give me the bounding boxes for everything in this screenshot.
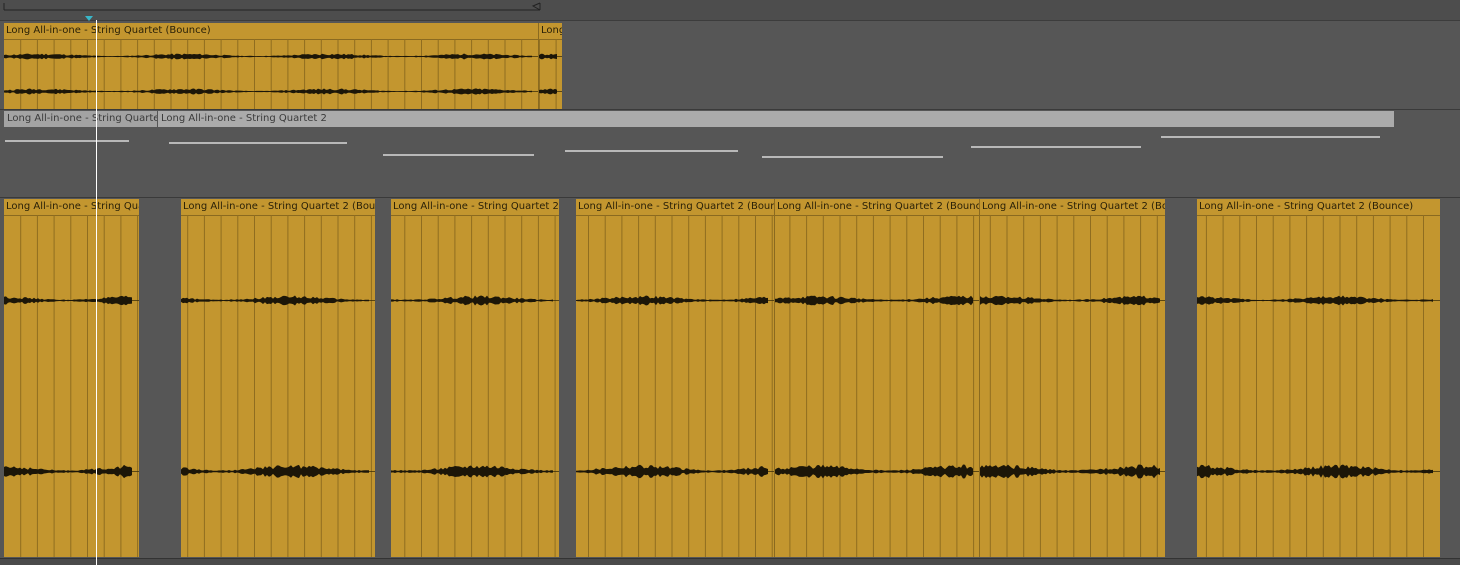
waveform [576, 215, 774, 557]
audio-clip[interactable]: Long All-in-one - String Quartet 2 (Boun… [576, 199, 774, 557]
waveform [775, 215, 979, 557]
audio-clip[interactable]: Long All-in-one - String Quartet 2 (Boun… [979, 199, 1165, 557]
waveform [4, 215, 139, 557]
waveform [181, 215, 375, 557]
playhead-marker-icon[interactable] [0, 0, 1460, 30]
audio-clip[interactable]: Long All-in-one - String Quartet 2 (Boun… [181, 199, 375, 557]
waveform [1197, 215, 1440, 557]
waveform [980, 215, 1165, 557]
arrangement-view[interactable]: Long All-in-one - String Quartet (Bounce… [0, 0, 1460, 565]
audio-clip[interactable]: Long All-in-one - String Quartet 2 (Boun… [774, 199, 979, 557]
playhead[interactable] [96, 20, 97, 565]
waveform [391, 215, 559, 557]
horizontal-scrollbar[interactable] [0, 558, 1460, 565]
audio-clip[interactable]: Long All-in-one - String Quartet 2 (Boun… [4, 199, 139, 557]
audio-clip[interactable]: Long All-in-one - String Quartet 2 (Boun… [1197, 199, 1440, 557]
audio-clip[interactable]: Long All-in-one - String Quartet 2 (Boun… [391, 199, 559, 557]
